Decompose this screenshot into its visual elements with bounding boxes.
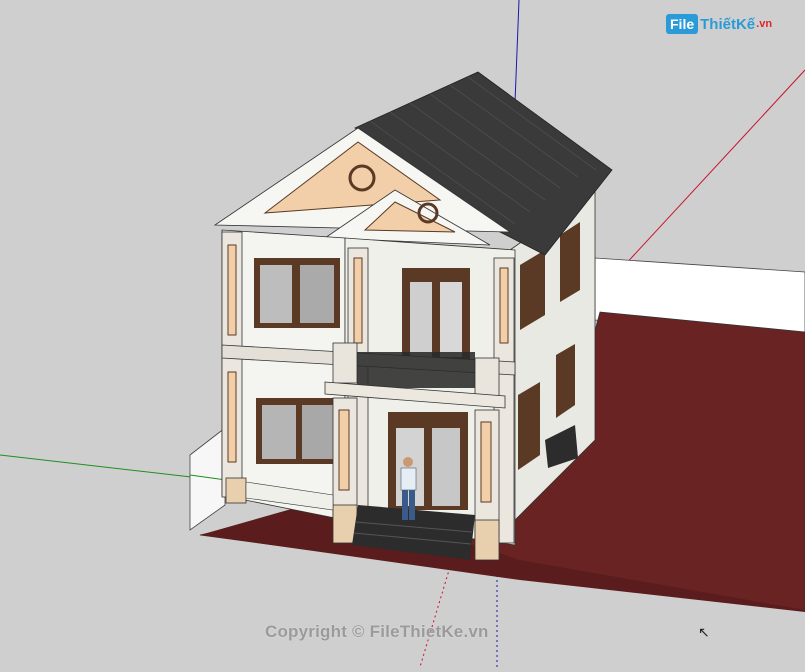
- green-axis: [0, 454, 201, 479]
- pilaster-right-inlay: [499, 267, 509, 344]
- window-lower-left-glass: [262, 405, 296, 459]
- balcony-door-glass-2: [440, 282, 462, 357]
- entry-door-glass-2: [432, 428, 460, 506]
- porch-column-left-inlay: [338, 409, 350, 491]
- pilaster-left-inlay-2: [227, 371, 237, 463]
- balcony-post-left: [332, 342, 358, 384]
- pilaster-left-inlay: [227, 244, 237, 336]
- select-arrow-icon: ↖: [698, 624, 710, 640]
- logo-ext: .vn: [756, 18, 773, 30]
- side-window-lower-2: [556, 344, 575, 418]
- logo-text: ThiếtKế: [700, 15, 756, 33]
- sketchup-viewport[interactable]: [0, 0, 805, 668]
- side-window-upper-2: [560, 222, 580, 302]
- model-scene: [0, 0, 805, 668]
- site-logo: File ThiếtKế .vn: [666, 14, 772, 34]
- balcony-door-glass: [410, 282, 432, 357]
- copyright-watermark: Copyright © FileThietKe.vn: [265, 622, 489, 641]
- balcony-railing: [357, 352, 475, 388]
- side-window-lower: [518, 382, 540, 470]
- pilaster-mid-inlay: [353, 257, 363, 344]
- balcony-post-right: [474, 357, 500, 397]
- column-base-far-left: [225, 477, 247, 504]
- window-upper-left-glass: [260, 265, 292, 323]
- porch-column-right-inlay: [480, 421, 492, 503]
- window-lower-left-glass-2: [302, 405, 335, 459]
- column-base-right: [474, 519, 500, 561]
- window-upper-left-glass-2: [300, 265, 334, 323]
- logo-box: File: [666, 14, 699, 34]
